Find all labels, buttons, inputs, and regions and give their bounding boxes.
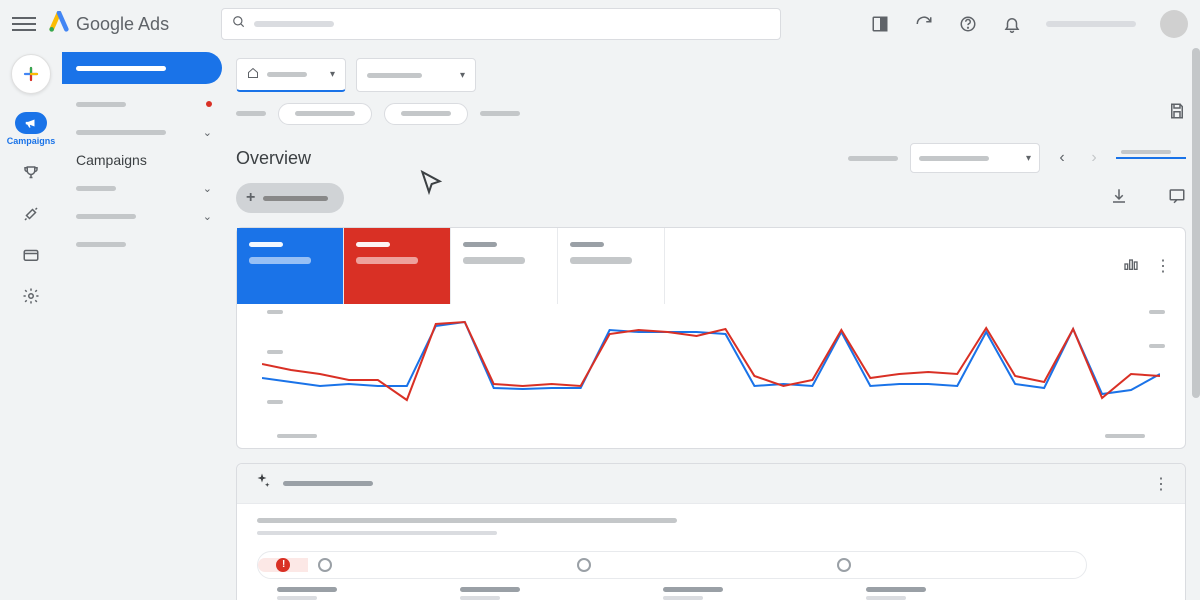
gear-icon [22,287,40,310]
more-icon[interactable]: ⋮ [1155,256,1171,276]
alert-dot-icon [206,101,212,107]
ads-logo-icon [48,11,70,38]
card-icon [22,246,40,269]
expand-chart-icon[interactable] [1123,256,1139,277]
scope-selector[interactable]: ▾ [356,58,476,92]
create-button[interactable] [11,54,51,94]
account-selector[interactable]: ▾ [236,58,346,92]
metric-tile-1[interactable] [237,228,344,304]
date-label [848,156,898,161]
step-1[interactable] [258,558,308,572]
stepper [257,551,1087,579]
avatar[interactable] [1160,10,1188,38]
sparkle-icon [253,472,271,495]
caret-down-icon: ▾ [330,69,335,80]
rail-goals[interactable] [3,164,59,187]
plus-icon: + [246,189,255,207]
x-axis-label [1105,434,1145,438]
filter-chip[interactable] [384,103,468,125]
product-logo: Google Ads [48,11,169,38]
tools-icon [22,205,40,228]
insights-card: ⋮ [236,463,1186,600]
help-icon[interactable] [958,14,978,34]
add-button[interactable]: + [236,183,344,213]
chevron-down-icon: ⌄ [203,182,212,195]
insight-heading [257,518,677,523]
search-input[interactable] [221,8,781,40]
appearance-icon[interactable] [870,14,890,34]
rail-campaigns[interactable]: Campaigns [3,112,59,146]
step-3[interactable] [567,558,826,572]
chevron-down-icon: ⌄ [203,126,212,139]
page-title: Overview [236,148,311,169]
rail-tools[interactable] [3,205,59,228]
date-range-selector[interactable]: ▾ [910,143,1040,173]
caret-down-icon: ▾ [1026,153,1031,164]
alert-icon [276,558,290,572]
line-chart [237,304,1185,434]
download-icon[interactable] [1110,187,1128,210]
nav-item[interactable]: ⌄ [62,118,222,146]
chevron-down-icon: ⌄ [203,210,212,223]
step-2[interactable] [308,558,567,572]
notifications-icon[interactable] [1002,14,1022,34]
refresh-icon[interactable] [914,14,934,34]
active-tab-indicator[interactable] [1116,157,1186,159]
x-axis-label [277,434,317,438]
insight-subtext [257,531,497,535]
save-icon[interactable] [1168,102,1186,125]
rail-billing[interactable] [3,246,59,269]
scrollbar[interactable] [1192,48,1200,398]
rail-admin[interactable] [3,287,59,310]
filter-chip[interactable] [278,103,372,125]
filter-label [480,111,520,116]
metric-tile-4[interactable] [558,228,665,304]
nav-section-title: Campaigns [62,146,222,174]
metric-tile-3[interactable] [451,228,558,304]
nav-item[interactable]: ⌄ [62,174,222,202]
metrics-card: ⋮ [236,227,1186,449]
feedback-icon[interactable] [1168,187,1186,210]
product-name: Google Ads [76,14,169,35]
megaphone-icon [15,112,47,134]
search-icon [232,15,246,34]
step-4[interactable] [827,558,1086,572]
account-label [1046,21,1136,27]
nav-item[interactable] [62,90,222,118]
metric-tile-2[interactable] [344,228,451,304]
more-icon[interactable]: ⋮ [1153,474,1169,494]
home-icon [247,66,259,84]
nav-item[interactable] [62,230,222,258]
prev-button[interactable]: ‹ [1052,148,1072,168]
caret-down-icon: ▾ [460,70,465,81]
menu-button[interactable] [12,12,36,36]
next-button: › [1084,148,1104,168]
trophy-icon [22,164,40,187]
filter-label [236,111,266,116]
nav-item[interactable]: ⌄ [62,202,222,230]
nav-active-item[interactable] [62,52,222,84]
